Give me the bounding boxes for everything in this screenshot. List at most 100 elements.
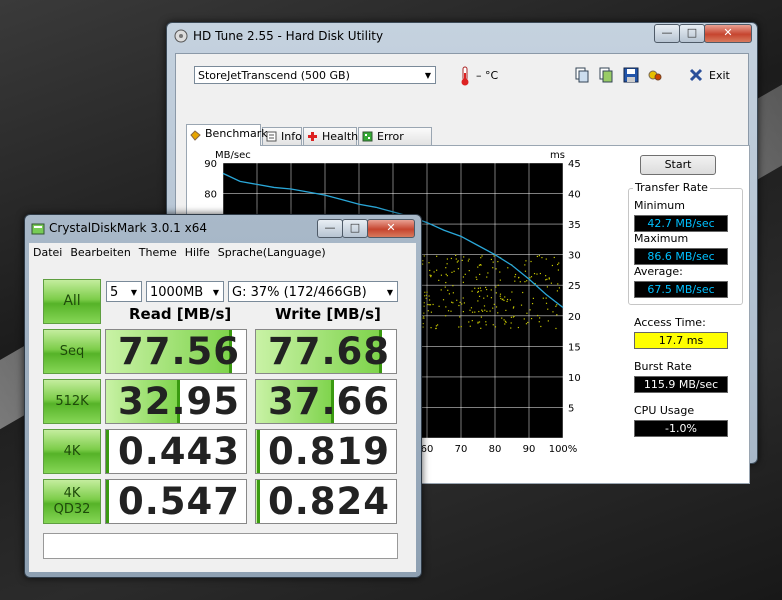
access-time-point	[499, 295, 501, 297]
test-button-label: 512K	[55, 393, 89, 409]
access-time-point	[480, 264, 482, 266]
access-time-point	[513, 306, 515, 308]
health-cross-icon	[308, 132, 317, 141]
access-time-point	[428, 295, 430, 297]
minimize-button[interactable]: —	[654, 24, 680, 43]
test-button-3[interactable]: 4K	[43, 429, 101, 474]
thermometer-icon	[461, 66, 469, 86]
access-time-point	[447, 289, 449, 291]
access-time-point	[510, 316, 513, 318]
access-time-point	[523, 318, 525, 320]
access-time-point	[423, 312, 425, 314]
access-time-point	[526, 312, 528, 314]
exit-icon[interactable]	[688, 67, 704, 83]
menu-sprache[interactable]: Sprache(Language)	[214, 243, 330, 259]
copy-text-icon[interactable]	[574, 67, 590, 83]
access-time-point	[556, 304, 558, 306]
read-header: Read [MB/s]	[129, 305, 232, 323]
all-button[interactable]: All	[43, 279, 101, 324]
access-time-point	[468, 258, 470, 260]
exit-label[interactable]: Exit	[709, 69, 730, 82]
chart-tick-left: 90	[204, 159, 217, 170]
cdm-titlebar[interactable]: CrystalDiskMark 3.0.1 x64 — □ ✕	[25, 215, 421, 241]
save-icon[interactable]	[623, 67, 639, 83]
maximum-value: 86.6 MB/sec	[634, 248, 728, 265]
test-button-4[interactable]: 4K QD32	[43, 479, 101, 524]
start-button[interactable]: Start	[640, 155, 716, 175]
access-time-point	[448, 293, 450, 295]
access-time-point	[524, 264, 526, 266]
access-time-point	[477, 321, 479, 323]
tab-health[interactable]: Health	[303, 127, 358, 145]
access-time-point	[556, 290, 559, 292]
access-time-point	[529, 277, 531, 279]
test-button-label: 4K	[63, 443, 81, 459]
drive-select[interactable]: G: 37% (172/466GB) ▼	[228, 281, 398, 302]
access-time-point	[514, 280, 516, 282]
access-time-point	[423, 302, 425, 304]
access-time-point	[530, 276, 533, 278]
transfer-rate-label: Transfer Rate	[633, 181, 710, 194]
access-time-point	[536, 273, 538, 275]
cpu-usage-value: -1.0%	[634, 420, 728, 437]
access-time-point	[505, 309, 507, 312]
access-time-point	[514, 273, 517, 276]
count-select[interactable]: 5 ▼	[106, 281, 142, 302]
access-time-point	[497, 260, 499, 263]
menu-hilfe[interactable]: Hilfe	[181, 243, 214, 259]
access-time-point	[446, 258, 448, 260]
access-time-point	[459, 301, 461, 303]
access-time-point	[474, 287, 476, 289]
tab-benchmark[interactable]: Benchmark	[186, 124, 268, 146]
menu-theme[interactable]: Theme	[135, 243, 181, 259]
hdtune-titlebar[interactable]: HD Tune 2.55 - Hard Disk Utility — □ ✕	[167, 23, 757, 49]
menu-bearbeiten[interactable]: Bearbeiten	[66, 243, 134, 259]
cdm-app-icon	[31, 223, 45, 235]
maximize-button[interactable]: □	[679, 24, 705, 43]
size-select-value: 1000MB	[150, 285, 204, 300]
close-button[interactable]: ✕	[704, 24, 752, 43]
access-time-point	[501, 317, 503, 319]
tab-error-scan[interactable]: Error Scan	[358, 127, 432, 160]
tab-label: Info	[281, 130, 302, 143]
write-result-value: 0.824	[267, 480, 390, 523]
close-button[interactable]: ✕	[367, 219, 415, 238]
burst-rate-value: 115.9 MB/sec	[634, 376, 728, 393]
menu-datei[interactable]: Datei	[29, 243, 66, 259]
access-time-point	[520, 304, 523, 306]
minimize-button[interactable]: —	[317, 219, 343, 238]
maximize-button[interactable]: □	[342, 219, 368, 238]
access-time-point	[426, 291, 428, 293]
access-time-point	[506, 298, 509, 301]
access-time-value: 17.7 ms	[634, 332, 728, 349]
test-button-2[interactable]: 512K	[43, 379, 101, 424]
access-time-point	[504, 320, 506, 322]
size-select[interactable]: 1000MB ▼	[146, 281, 224, 302]
write-result-cell: 77.68	[255, 329, 397, 374]
access-time-label: Access Time:	[634, 316, 706, 329]
access-time-point	[468, 321, 470, 323]
drive-select-value: G: 37% (172/466GB)	[232, 285, 367, 300]
write-result-value: 37.66	[267, 380, 390, 423]
options-icon[interactable]	[647, 67, 663, 83]
chart-tick-right: 30	[568, 251, 581, 262]
access-time-point	[436, 324, 439, 326]
access-time-point	[461, 259, 463, 261]
access-time-point	[525, 260, 527, 262]
test-button-1[interactable]: Seq	[43, 329, 101, 374]
comment-field[interactable]	[43, 533, 398, 559]
tab-info[interactable]: Info	[262, 127, 302, 145]
access-time-point	[552, 311, 554, 313]
access-time-point	[524, 281, 526, 283]
access-time-point	[458, 326, 460, 328]
copy-image-icon[interactable]	[598, 67, 614, 83]
access-time-point	[539, 317, 541, 319]
drive-select[interactable]: StoreJetTranscend (500 GB) ▼	[194, 66, 436, 84]
access-time-point	[539, 272, 541, 275]
access-time-point	[445, 273, 447, 275]
access-time-point	[430, 327, 432, 329]
access-time-point	[541, 256, 543, 259]
minimum-value: 42.7 MB/sec	[634, 215, 728, 232]
access-time-point	[478, 264, 481, 266]
access-time-point	[538, 321, 540, 323]
